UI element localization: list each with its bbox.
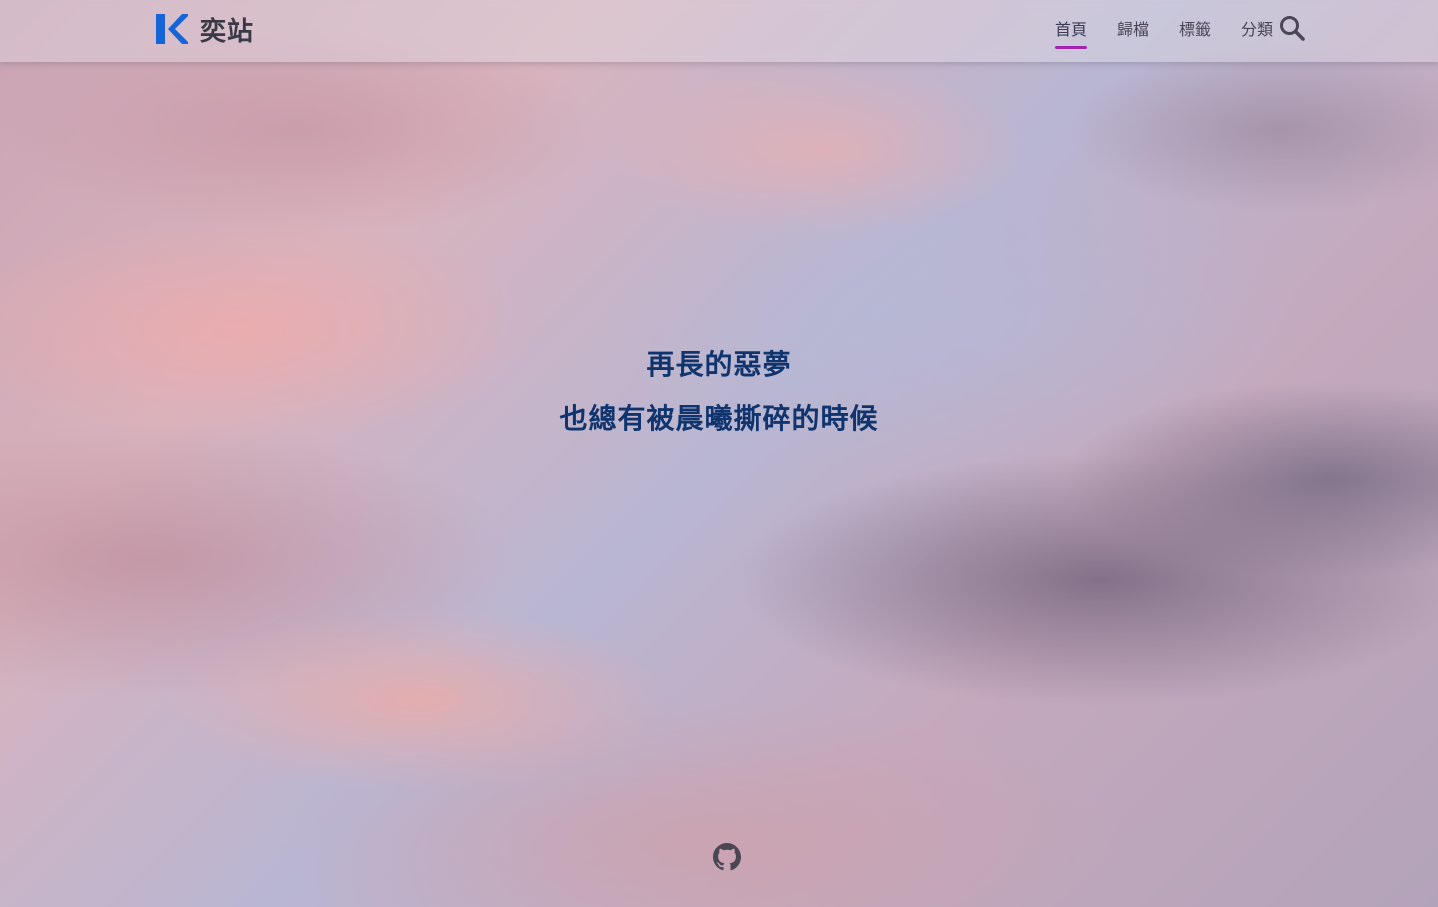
brand-name: 奕站 [200,16,255,47]
hero-line-1: 再長的惡夢 [646,348,792,381]
nav-item-categories[interactable]: 分類 [1233,0,1281,62]
github-icon[interactable] [713,843,741,871]
nav-item-archives[interactable]: 歸檔 [1109,0,1157,62]
hero-slogan: 再長的惡夢 也總有被晨曦撕碎的時候 [0,338,1438,446]
search-icon[interactable] [1278,14,1306,42]
page-background: 奕站 首頁 歸檔 標籤 分類 再長的惡夢 也總有被晨曦撕碎的時候 [0,0,1438,907]
navbar: 奕站 首頁 歸檔 標籤 分類 [0,0,1438,62]
hero-line-2: 也總有被晨曦撕碎的時候 [559,402,879,435]
main-nav: 首頁 歸檔 標籤 分類 [1040,0,1288,62]
brand-logo-icon [156,14,188,44]
nav-item-tags[interactable]: 標籤 [1171,0,1219,62]
nav-item-home[interactable]: 首頁 [1047,0,1095,62]
brand-link[interactable]: 奕站 [156,12,255,47]
